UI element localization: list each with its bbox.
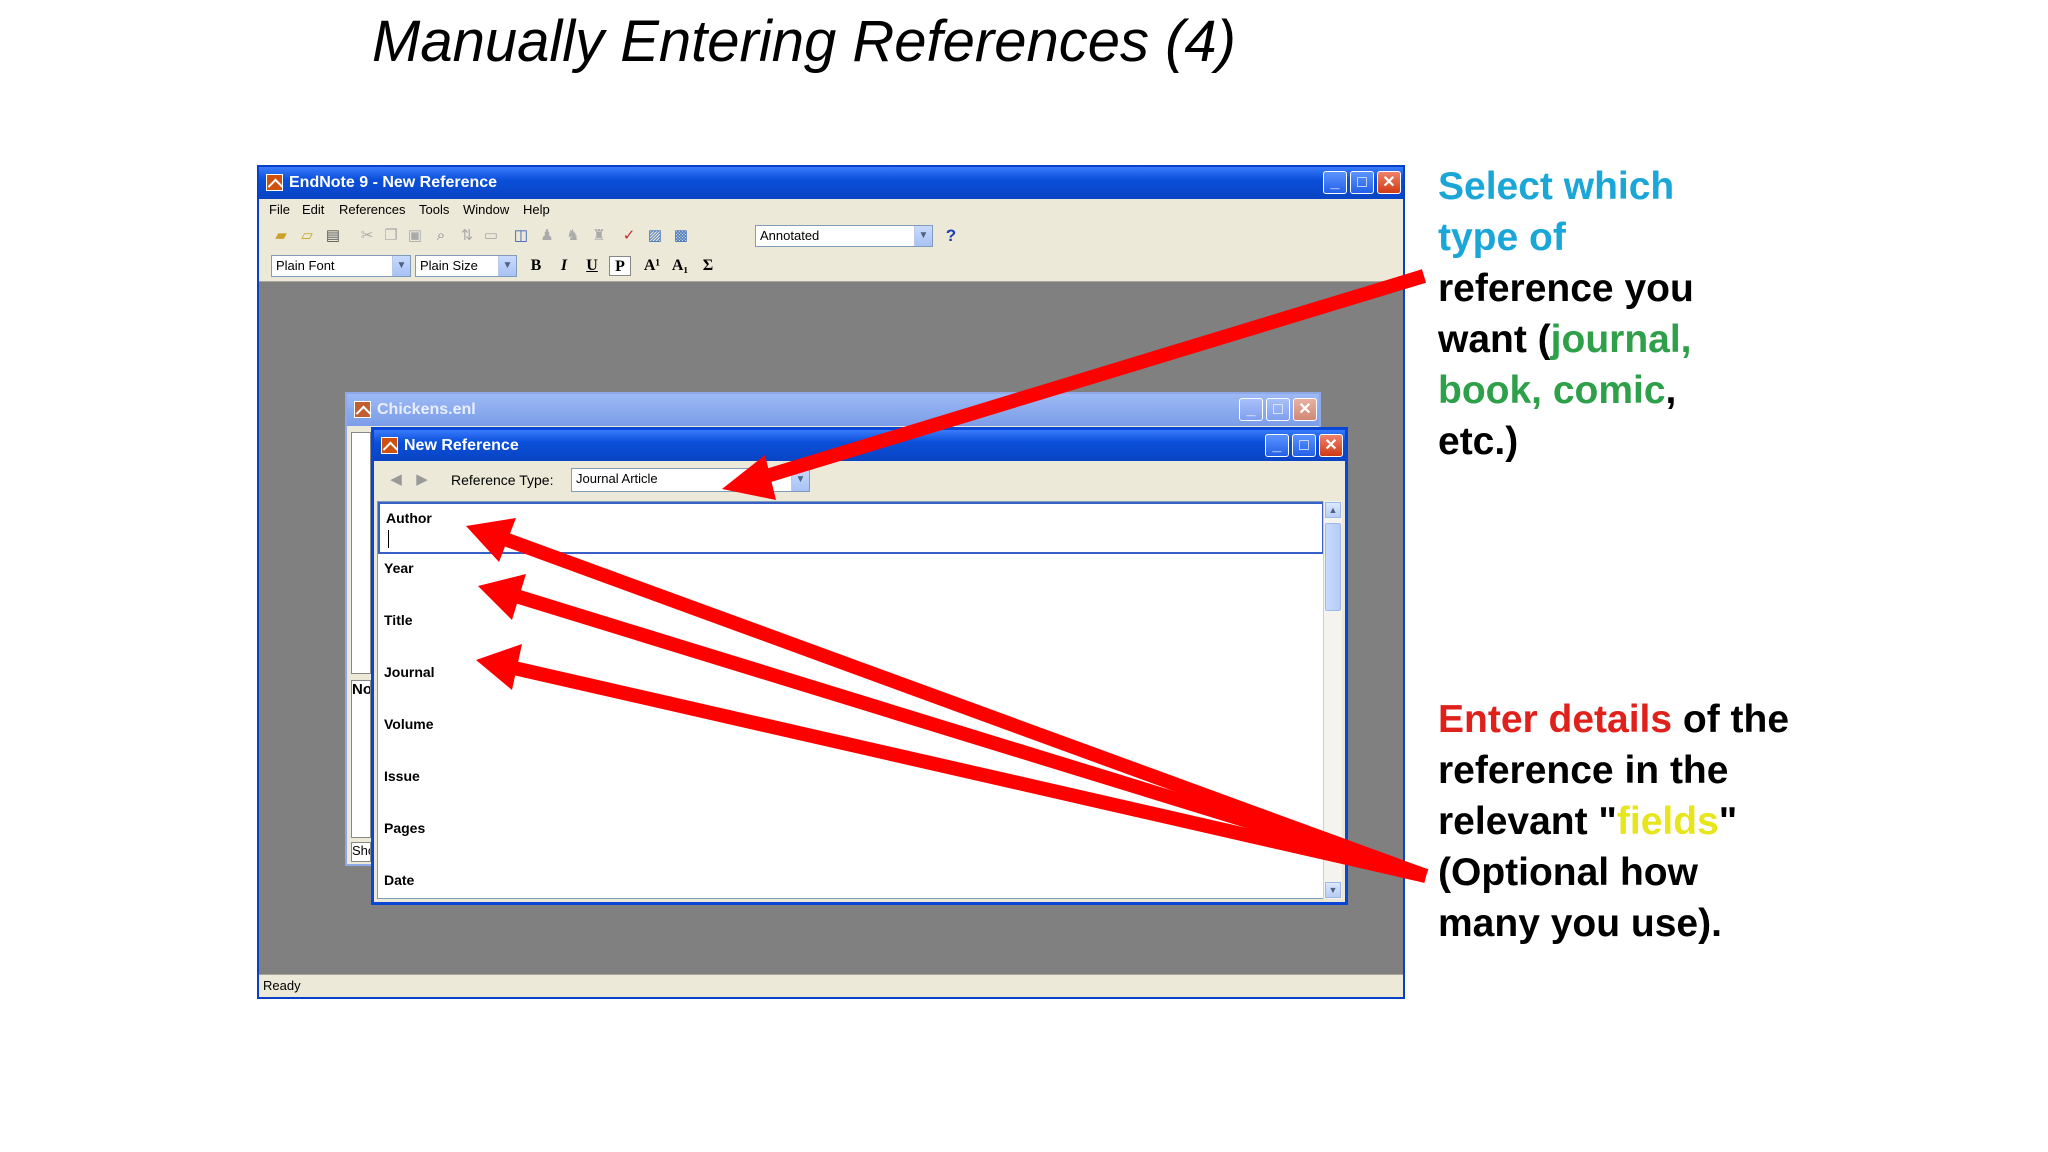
annotation-line: reference you bbox=[1438, 267, 1694, 310]
annotation-highlight: Enter details bbox=[1438, 698, 1673, 741]
annotation-text: want ( bbox=[1438, 318, 1551, 361]
annotation-enter-details: Enter details of the reference in the re… bbox=[1438, 694, 1789, 949]
annotation-highlight: fields bbox=[1616, 800, 1719, 843]
arrowhead-journal bbox=[476, 644, 522, 690]
annotation-highlight: journal, bbox=[1550, 318, 1692, 361]
annotation-line: type of bbox=[1438, 216, 1566, 259]
arrowhead-title bbox=[478, 574, 526, 620]
annotation-line: book, comic, bbox=[1438, 365, 1694, 416]
arrowhead-reference-type bbox=[722, 455, 776, 500]
annotation-line: reference in the bbox=[1438, 749, 1729, 792]
annotation-line: Enter details of the bbox=[1438, 694, 1789, 745]
annotation-text: relevant " bbox=[1438, 800, 1617, 843]
annotation-text: , bbox=[1665, 369, 1677, 412]
arrow-to-author-field bbox=[499, 531, 1429, 883]
annotation-line: Select which bbox=[1438, 165, 1675, 208]
annotation-line: etc.) bbox=[1438, 420, 1519, 463]
annotation-line: many you use). bbox=[1438, 902, 1722, 945]
arrow-to-journal-field bbox=[512, 661, 1428, 883]
arrow-to-title-field bbox=[513, 589, 1429, 883]
annotation-line: (Optional how bbox=[1438, 851, 1698, 894]
annotation-text: " bbox=[1718, 800, 1738, 843]
annotation-line: want (journal, bbox=[1438, 314, 1694, 365]
annotation-line: relevant "fields" bbox=[1438, 796, 1789, 847]
annotation-highlight: book, comic bbox=[1438, 369, 1666, 412]
annotation-text: of the bbox=[1672, 698, 1790, 741]
arrow-to-reference-type bbox=[757, 269, 1427, 485]
annotation-arrows bbox=[466, 269, 1429, 883]
annotation-reference-type: Select which type of reference you want … bbox=[1438, 161, 1694, 467]
